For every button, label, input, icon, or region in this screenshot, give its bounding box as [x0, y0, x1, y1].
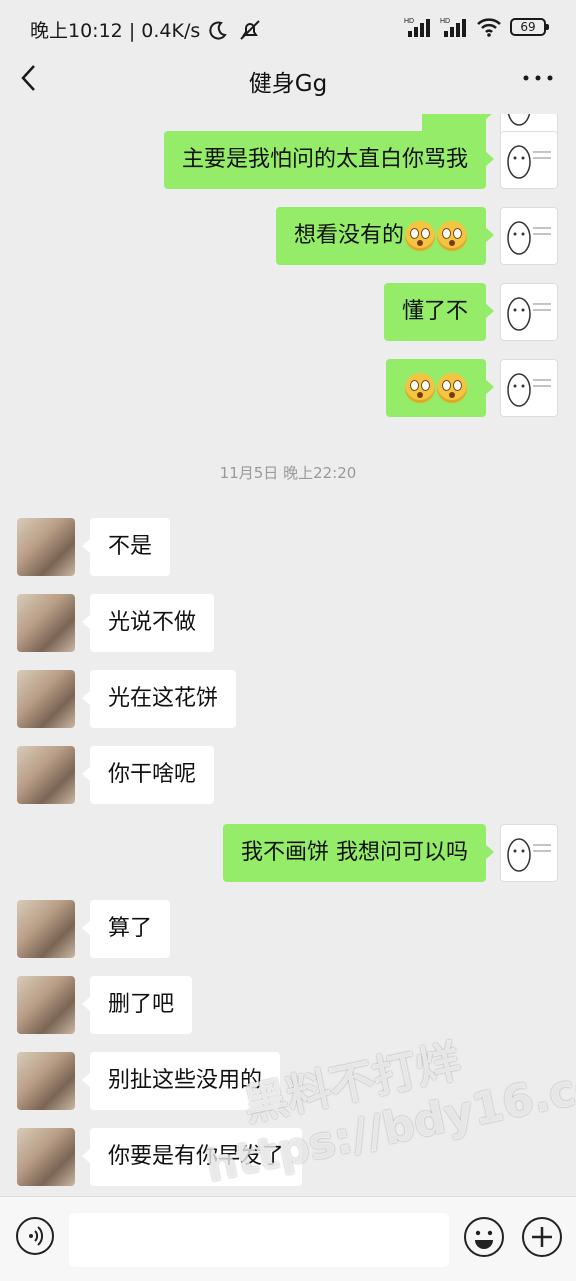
flushed-emoji-icon	[437, 221, 467, 251]
contact-avatar[interactable]	[17, 746, 75, 804]
chat-header: 健身Gg	[0, 56, 576, 114]
signal-label: HD	[404, 18, 414, 25]
incoming-bubble[interactable]: 别扯这些没用的	[81, 1052, 281, 1110]
mute-icon	[240, 20, 261, 40]
incoming-bubble[interactable]: 删了吧	[81, 976, 193, 1034]
my-avatar[interactable]	[500, 207, 558, 265]
voice-button[interactable]	[16, 1217, 54, 1255]
wifi-icon	[477, 18, 501, 37]
network-speed: 0.4K/s	[141, 20, 201, 42]
contact-avatar[interactable]	[17, 518, 75, 576]
signal-label-2: HD	[440, 18, 450, 25]
contact-avatar[interactable]	[17, 1128, 75, 1186]
ellipsis-icon	[523, 75, 553, 81]
outgoing-bubble[interactable]: 懂了不	[383, 283, 495, 341]
emoji-button[interactable]	[464, 1217, 504, 1257]
voice-wave-icon	[29, 1226, 44, 1246]
my-avatar[interactable]	[500, 283, 558, 341]
status-left: 晚上10:12 | 0.4K/s	[30, 16, 262, 43]
my-avatar[interactable]	[500, 824, 558, 882]
outgoing-bubble[interactable]: 想看没有的	[275, 207, 495, 265]
meme-avatar-icon	[507, 221, 551, 255]
my-avatar[interactable]	[500, 131, 558, 189]
smiley-icon	[475, 1230, 493, 1249]
moon-icon	[209, 21, 228, 40]
meme-avatar-icon	[507, 373, 551, 407]
status-right: HD HD 69	[404, 14, 549, 40]
contact-avatar[interactable]	[17, 594, 75, 652]
flushed-emoji-icon	[437, 373, 467, 403]
incoming-bubble[interactable]: 你干啥呢	[81, 746, 215, 804]
outgoing-bubble[interactable]	[386, 359, 494, 417]
incoming-bubble[interactable]: 你要是有你早发了	[81, 1128, 303, 1186]
battery-level: 69	[520, 20, 536, 34]
meme-avatar-icon	[507, 838, 551, 872]
more-options-button[interactable]	[522, 66, 554, 90]
flushed-emoji-icon	[405, 373, 435, 403]
battery-indicator: 69	[510, 18, 549, 36]
chat-title: 健身Gg	[248, 71, 328, 97]
meme-avatar-icon	[507, 297, 551, 331]
status-bar: 晚上10:12 | 0.4K/s HD HD 69	[0, 0, 576, 56]
outgoing-bubble[interactable]: 我不画饼 我想问可以吗	[223, 824, 494, 882]
more-actions-button[interactable]	[522, 1217, 562, 1257]
incoming-bubble[interactable]: 光说不做	[81, 594, 215, 652]
flushed-emoji-icon	[405, 221, 435, 251]
signal-icon: HD	[404, 18, 430, 37]
message-text: 想看没有的	[293, 223, 404, 248]
signal-icon-2: HD	[440, 18, 466, 37]
incoming-bubble[interactable]: 算了	[81, 900, 171, 958]
my-avatar[interactable]	[500, 359, 558, 417]
incoming-bubble[interactable]: 不是	[81, 518, 171, 576]
contact-avatar[interactable]	[17, 670, 75, 728]
meme-avatar-icon	[507, 145, 551, 179]
timestamp: 11月5日 晚上22:20	[219, 464, 357, 482]
contact-avatar[interactable]	[17, 976, 75, 1034]
contact-avatar[interactable]	[17, 900, 75, 958]
input-bar	[0, 1196, 576, 1281]
contact-avatar[interactable]	[17, 1052, 75, 1110]
status-time: 晚上10:12	[30, 20, 123, 42]
outgoing-bubble[interactable]: 主要是我怕问的太直白你骂我	[163, 131, 495, 189]
incoming-bubble[interactable]: 光在这花饼	[81, 670, 237, 728]
plus-icon	[532, 1227, 552, 1247]
chat-messages: 主要是我怕问的太直白你骂我 想看没有的 懂了不 11月5日 晚上22:20 不是	[0, 114, 576, 1196]
message-input[interactable]	[69, 1213, 449, 1267]
